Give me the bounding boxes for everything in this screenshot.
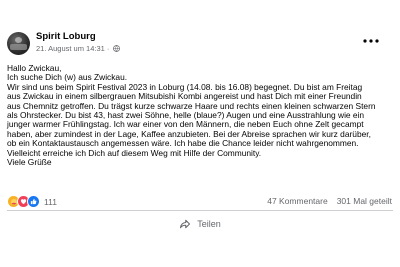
post-author[interactable]: Spirit Loburg: [36, 31, 96, 42]
post-line: Viele Grüße: [7, 157, 52, 168]
page-avatar[interactable]: [7, 32, 30, 55]
reactions-summary[interactable]: 111: [7, 195, 57, 208]
reaction-count[interactable]: 111: [44, 197, 57, 207]
post-date[interactable]: 21. August um 14:31: [36, 44, 105, 53]
post-meta: 21. August um 14:31 ·: [36, 44, 121, 53]
like-reaction-icon: [27, 195, 40, 208]
share-icon: [180, 219, 191, 229]
action-divider: [7, 210, 393, 211]
comments-count[interactable]: 47 Kommentare: [267, 196, 327, 206]
share-button[interactable]: Teilen: [158, 213, 242, 235]
share-label: Teilen: [197, 219, 221, 229]
shares-count[interactable]: 301 Mal geteilt: [337, 196, 392, 206]
globe-icon: [113, 45, 121, 52]
post-stats: 47 Kommentare 301 Mal geteilt: [267, 196, 392, 206]
post-text: Hallo Zwickau, Ich suche Dich (w) aus Zw…: [7, 63, 393, 168]
more-options-icon[interactable]: [361, 36, 381, 46]
facebook-post: Spirit Loburg 21. August um 14:31 · Hall…: [0, 0, 400, 267]
meta-separator: ·: [106, 44, 110, 53]
post-line: Vielleicht erreiche ich Dich auf diesem …: [7, 147, 262, 158]
